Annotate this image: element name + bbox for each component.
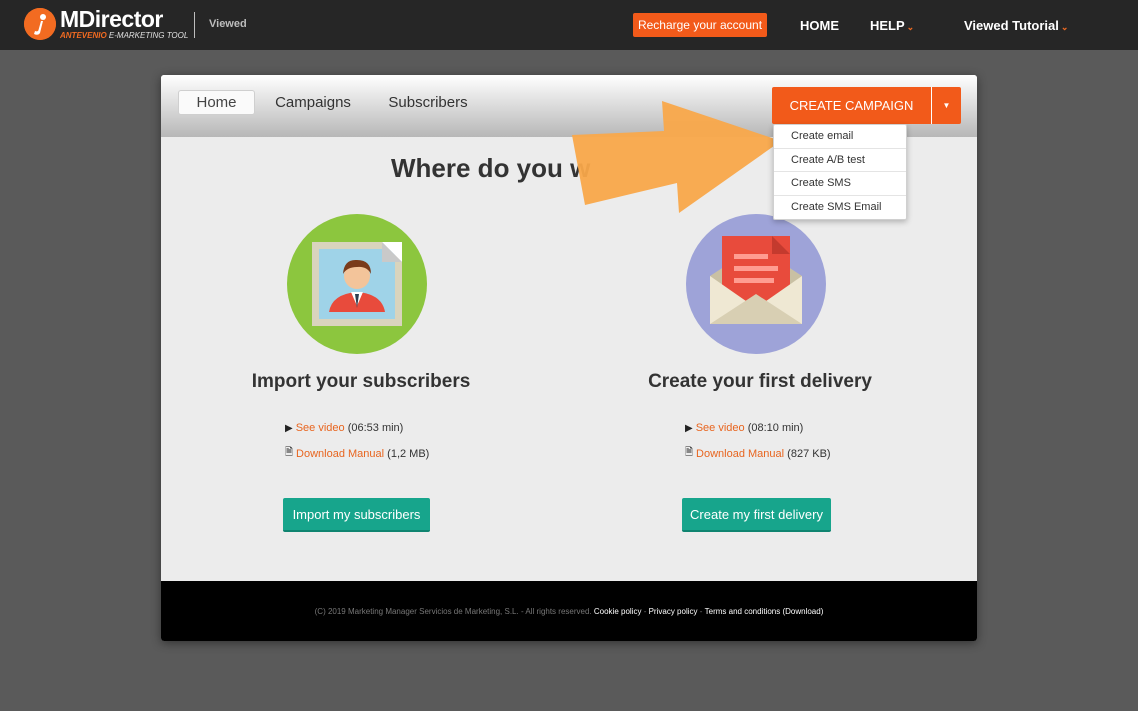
mdirector-logo-icon[interactable] bbox=[24, 8, 56, 40]
terms-conditions-link[interactable]: Terms and conditions (Download) bbox=[705, 607, 824, 616]
nav-viewed-tutorial-label: Viewed Tutorial bbox=[964, 18, 1059, 33]
logo-subtitle: ANTEVENIO E-MARKETING TOOL bbox=[60, 31, 188, 40]
logo-title[interactable]: MDirector bbox=[60, 6, 163, 33]
footer-copyright: (C) 2019 Marketing Manager Servicios de … bbox=[314, 606, 592, 616]
top-bar: MDirector ANTEVENIO E-MARKETING TOOL Vie… bbox=[0, 0, 1138, 50]
recharge-account-button[interactable]: Recharge your account bbox=[633, 13, 767, 37]
chevron-down-icon: ⌄ bbox=[906, 22, 915, 32]
tab-subscribers[interactable]: Subscribers bbox=[382, 90, 474, 115]
envelope-icon bbox=[686, 214, 826, 354]
import-see-video-link[interactable]: See video bbox=[296, 422, 345, 434]
first-delivery-title: Create your first delivery bbox=[648, 371, 872, 392]
menu-item-create-ab-test[interactable]: Create A/B test bbox=[774, 149, 906, 172]
contact-card-icon bbox=[287, 214, 427, 354]
header-divider bbox=[194, 12, 195, 38]
first-delivery-illustration bbox=[686, 214, 826, 354]
import-subscribers-illustration bbox=[287, 214, 427, 354]
privacy-policy-link[interactable]: Privacy policy bbox=[649, 607, 698, 616]
create-campaign-dropdown-toggle[interactable]: ▼ bbox=[931, 87, 961, 124]
delivery-download-manual-link[interactable]: Download Manual bbox=[696, 448, 784, 460]
create-campaign-menu: Create email Create A/B test Create SMS … bbox=[773, 124, 907, 220]
delivery-manual-line: 🗎 Download Manual (827 KB) bbox=[685, 445, 831, 462]
tab-home[interactable]: Home bbox=[178, 90, 255, 115]
section-label: Viewed bbox=[209, 18, 247, 30]
logo-sub-rest: E-MARKETING TOOL bbox=[108, 31, 189, 40]
import-manual-line: 🗎 Download Manual (1,2 MB) bbox=[285, 445, 429, 462]
menu-item-create-email[interactable]: Create email bbox=[774, 125, 906, 149]
nav-home[interactable]: HOME bbox=[800, 18, 839, 33]
play-circle-icon: ▶ bbox=[685, 422, 693, 434]
document-icon: 🗎 bbox=[685, 447, 694, 458]
nav-viewed-tutorial[interactable]: Viewed Tutorial ⌄ bbox=[964, 18, 1068, 33]
import-video-meta: (06:53 min) bbox=[347, 422, 404, 434]
import-manual-meta: (1,2 MB) bbox=[387, 447, 430, 460]
nav-help[interactable]: HELP ⌄ bbox=[870, 18, 914, 33]
footer-separator: - bbox=[699, 606, 703, 616]
menu-item-create-sms-email[interactable]: Create SMS Email bbox=[774, 196, 906, 220]
nav-help-label: HELP bbox=[870, 18, 905, 33]
delivery-video-meta: (08:10 min) bbox=[747, 422, 804, 434]
delivery-manual-meta: (827 KB) bbox=[787, 447, 831, 460]
create-first-delivery-button[interactable]: Create my first delivery bbox=[682, 498, 831, 532]
card-footer: (C) 2019 Marketing Manager Servicios de … bbox=[161, 581, 977, 641]
delivery-see-video-link[interactable]: See video bbox=[696, 422, 745, 434]
page-heading: Where do you w bbox=[391, 153, 591, 183]
import-video-line: ▶ See video (06:53 min) bbox=[285, 422, 403, 434]
cookie-policy-link[interactable]: Cookie policy bbox=[594, 607, 642, 616]
play-circle-icon: ▶ bbox=[285, 422, 293, 434]
logo-sub-brand: ANTEVENIO bbox=[60, 31, 107, 40]
footer-separator: - bbox=[643, 606, 647, 616]
menu-item-create-sms[interactable]: Create SMS bbox=[774, 172, 906, 196]
document-icon: 🗎 bbox=[285, 447, 294, 458]
import-download-manual-link[interactable]: Download Manual bbox=[296, 448, 384, 460]
delivery-video-line: ▶ See video (08:10 min) bbox=[685, 422, 803, 434]
tab-campaigns[interactable]: Campaigns bbox=[269, 90, 357, 115]
caret-down-icon: ▼ bbox=[942, 101, 951, 110]
chevron-down-icon: ⌄ bbox=[1060, 22, 1069, 32]
import-my-subscribers-button[interactable]: Import my subscribers bbox=[283, 498, 430, 532]
import-subscribers-title: Import your subscribers bbox=[251, 371, 471, 392]
nav-home-label: HOME bbox=[800, 18, 839, 33]
create-campaign-button[interactable]: CREATE CAMPAIGN bbox=[772, 87, 931, 124]
